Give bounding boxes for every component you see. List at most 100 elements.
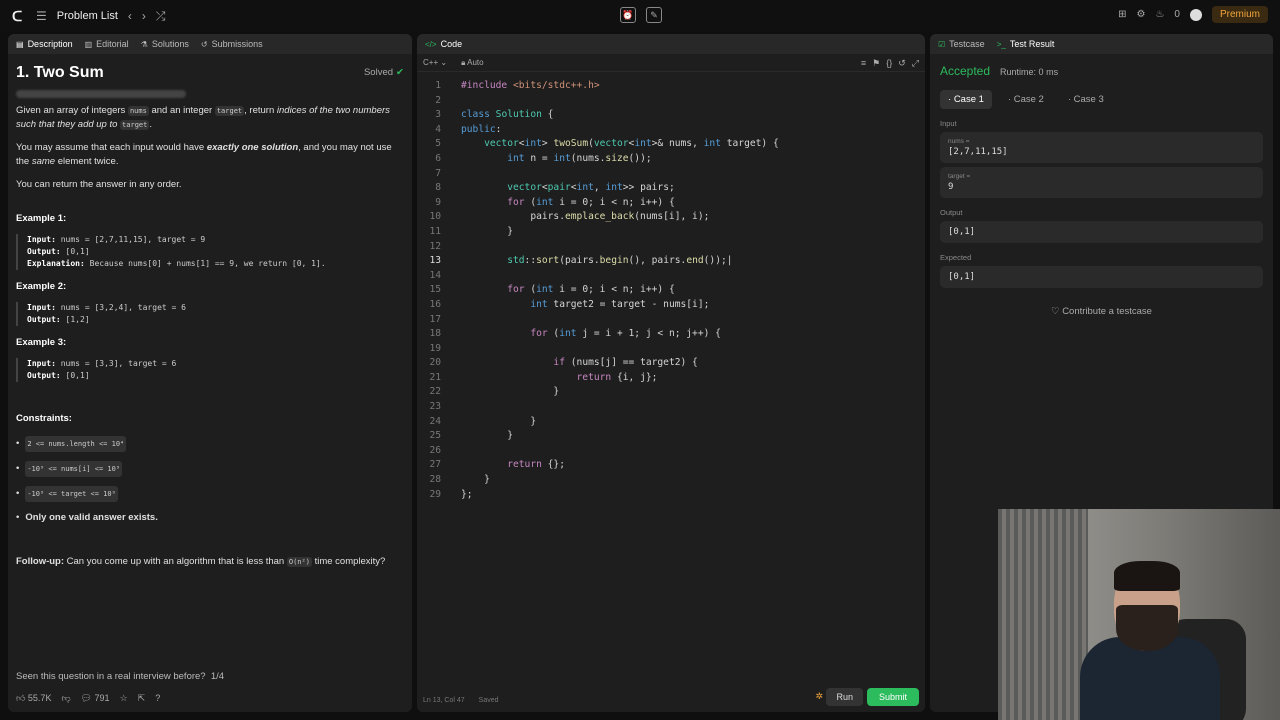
case-2-tab[interactable]: · Case 2	[1000, 90, 1052, 109]
checkbox-icon: ☑	[938, 39, 946, 49]
timer-icon[interactable]: ⏰	[620, 7, 636, 23]
streak-count: 0	[1174, 9, 1180, 20]
code-line: 10 pairs.emplace_back(nums[i], i);	[429, 211, 710, 223]
blurred-tags	[16, 90, 186, 98]
book-icon: ▥	[84, 39, 93, 49]
case-1-tab[interactable]: · Case 1	[940, 90, 992, 109]
check-circle-icon: ✔	[396, 67, 404, 78]
share-icon[interactable]: ⇱	[138, 693, 146, 704]
tab-test-result[interactable]: >_ Test Result	[997, 39, 1055, 49]
terminal-icon: >_	[996, 39, 1006, 49]
auto-mode[interactable]: 🔒︎ Auto	[461, 58, 484, 68]
code-line: 7	[435, 167, 441, 179]
example-2-title: Example 2:	[16, 281, 67, 292]
tab-description[interactable]: ▤ Description	[16, 39, 73, 49]
interview-question: Seen this question in a real interview b…	[16, 671, 225, 682]
tab-submissions[interactable]: ↺ Submissions	[201, 39, 263, 49]
tab-code[interactable]: </> Code	[425, 39, 462, 49]
code-line: 24 }	[429, 415, 537, 427]
star-icon[interactable]: ☆	[120, 693, 128, 704]
layout-icon[interactable]: ⊞	[1118, 9, 1126, 20]
target-value-box: target = 9	[940, 167, 1263, 198]
code-line: 8 vector<pair<int, int>> pairs;	[435, 182, 675, 194]
bookmark-icon[interactable]: ⚑	[872, 58, 880, 69]
code-line: 6 int n = int(nums.size());	[435, 152, 652, 164]
cursor-position: Ln 13, Col 47	[423, 697, 465, 704]
code-line: 2	[435, 94, 441, 106]
notes-icon[interactable]: ✎	[646, 7, 662, 23]
solved-badge: Solved ✔	[363, 67, 404, 78]
code-line: 20 if (nums[j] == target2) {	[429, 357, 698, 369]
example-3: Input: nums = [3,3], target = 6 Output: …	[16, 358, 404, 382]
code-line: 3 class Solution {	[435, 109, 554, 121]
leetcode-logo[interactable]: ᑕ	[12, 8, 26, 24]
code-line: 26	[429, 444, 441, 456]
code-line: 14	[429, 269, 441, 281]
tab-editorial[interactable]: ▥ Editorial	[85, 39, 129, 49]
next-problem-icon[interactable]: ›	[142, 9, 146, 23]
comments-button[interactable]: 💬︎ 791	[81, 693, 110, 704]
code-line: 11 }	[429, 225, 513, 237]
code-line: 5 vector<int> twoSum(vector<int>& nums, …	[435, 138, 779, 150]
code-line: 28 }	[429, 474, 490, 486]
code-line: 17	[429, 313, 441, 325]
description-panel: ▤ Description ▥ Editorial ⚗ Solutions ↺ Subm…	[8, 34, 412, 712]
constraint-item: • -10⁹ <= target <= 10⁹	[16, 486, 404, 502]
constraints-list: • 2 <= nums.length <= 10⁴ • -10⁹ <= nums[i…	[16, 436, 404, 525]
dislike-icon[interactable]: 👎︎	[61, 693, 70, 704]
submit-button[interactable]: Submit	[866, 688, 919, 706]
tab-testcase[interactable]: ☑ Testcase	[938, 39, 985, 49]
code-line: 1 #include <bits/stdc++.h>	[435, 80, 600, 91]
lock-icon: 🔒︎	[461, 57, 466, 67]
language-select[interactable]: C++ ⌄	[423, 58, 447, 67]
shuffle-icon[interactable]: ⤮	[156, 9, 166, 24]
problem-order-note: You can return the answer in any order.	[16, 179, 182, 190]
braces-icon[interactable]: {}	[886, 58, 892, 69]
code-line: 21 return {i, j};	[429, 371, 658, 383]
code-line: 25 }	[429, 430, 513, 442]
like-button[interactable]: 👍︎ 55.7K	[16, 693, 51, 704]
window-blinds	[998, 509, 1088, 720]
problem-title: 1. Two Sum	[16, 64, 104, 81]
code-line: 9 for (int i = 0; i < n; i++) {	[435, 196, 675, 208]
example-3-title: Example 3:	[16, 337, 67, 348]
problem-list-icon[interactable]: ☰	[36, 9, 47, 23]
expected-value-box: [0,1]	[940, 266, 1263, 288]
problem-statement: Given an array of integers nums and an i…	[16, 105, 390, 130]
format-icon[interactable]: ≡	[861, 58, 866, 69]
prev-problem-icon[interactable]: ‹	[128, 9, 132, 23]
tab-solutions[interactable]: ⚗ Solutions	[141, 39, 189, 49]
code-editor[interactable]: 1 #include <bits/stdc++.h> 2 3 class Solut…	[417, 80, 925, 690]
example-2: Input: nums = [3,2,4], target = 6 Output…	[16, 302, 404, 326]
input-label: Input	[940, 119, 957, 128]
document-icon: ▤	[16, 39, 24, 49]
avatar[interactable]	[1189, 8, 1202, 21]
case-3-tab[interactable]: · Case 3	[1060, 90, 1112, 109]
webcam-overlay	[998, 509, 1280, 720]
problem-assumption: You may assume that each input would hav…	[16, 142, 392, 167]
description-actions: 👍︎ 55.7K 👎︎ 💬︎ 791 ☆ ⇱ ?	[16, 693, 160, 704]
fullscreen-icon[interactable]: ⤢	[912, 58, 919, 69]
nums-value-box: nums = [2,7,11,15]	[940, 132, 1263, 163]
reset-icon[interactable]: ↺	[898, 58, 906, 69]
code-line: 23	[429, 401, 441, 413]
code-line: 29};	[429, 488, 473, 500]
code-line: 16 int target2 = target - nums[i];	[429, 298, 710, 310]
output-value-box: [0,1]	[940, 221, 1263, 243]
code-line: 18 for (int j = i + 1; j < n; j++) {	[429, 328, 721, 340]
top-bar: ᑕ ☰ Problem List ‹ › ⤮ ⏰ ✎ ⊞ ⚙ ♨ 0 Premi…	[0, 0, 1280, 32]
person-hair	[1114, 561, 1180, 591]
premium-button[interactable]: Premium	[1211, 6, 1268, 23]
debug-icon[interactable]: ✲	[815, 691, 823, 702]
code-line: 22 }	[429, 386, 560, 398]
code-line: 27 return {};	[429, 459, 565, 471]
help-icon[interactable]: ?	[155, 693, 160, 704]
contribute-testcase-link[interactable]: ♡ Contribute a testcase	[940, 306, 1263, 317]
run-button[interactable]: Run	[826, 688, 863, 706]
constraint-item: • Only one valid answer exists.	[16, 512, 158, 523]
expected-label: Expected	[940, 253, 972, 262]
settings-gear-icon[interactable]: ⚙	[1136, 9, 1145, 20]
streak-fire-icon[interactable]: ♨	[1155, 9, 1164, 20]
history-icon: ↺	[200, 39, 208, 49]
problem-list-link[interactable]: Problem List	[57, 10, 118, 22]
